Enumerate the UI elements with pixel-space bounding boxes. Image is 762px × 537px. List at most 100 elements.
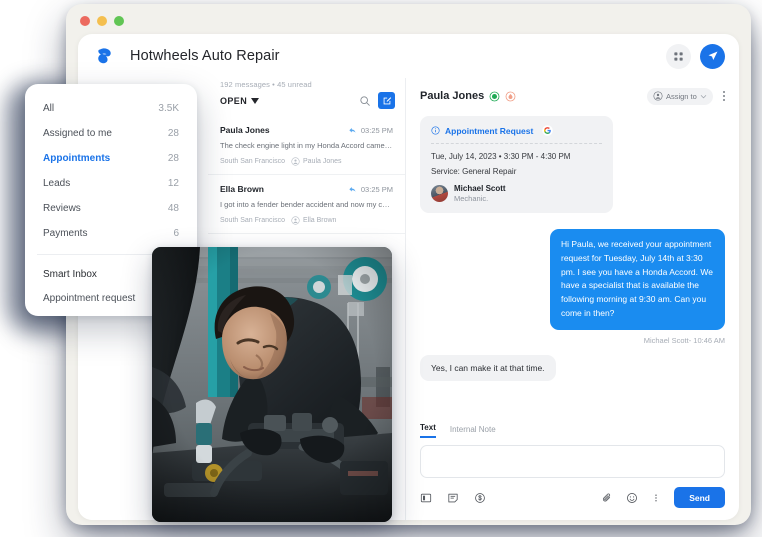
list-item-name: Paula Jones [220,125,270,135]
appointment-card-header: Appointment Request [431,125,602,143]
google-g-icon [542,125,554,136]
appointment-person-role: Mechanic. [454,194,489,203]
assign-to-dropdown[interactable]: Assign to [646,87,713,105]
appointment-person-text: Michael Scott Mechanic. [454,184,506,203]
reply-arrow-icon [349,127,356,133]
reply-arrow-icon [349,186,356,192]
tab-internal-note[interactable]: Internal Note [450,425,496,438]
conversation-header: Paula Jones Assign to [406,78,739,114]
sidebar-item-label: Payments [43,228,88,239]
list-item-header: Ella Brown 03:25 PM [220,184,393,194]
message-meta-outgoing: Michael Scott- 10:46 AM [643,335,725,345]
message-composer: Text Internal Note Send [406,423,739,520]
list-item-location: South San Francisco [220,217,285,224]
conversation-list-actions [359,92,395,109]
conversation-more-button[interactable] [719,88,729,105]
list-item-assignee-name: Paula Jones [302,158,342,165]
message-bubble-outgoing: Hi Paula, we received your appointment r… [550,229,725,330]
template-icon[interactable] [420,492,432,504]
payment-dollar-icon[interactable] [474,492,486,504]
composer-tabs: Text Internal Note [420,423,725,438]
apps-grid-button[interactable] [666,43,691,69]
send-plane-button[interactable] [700,43,725,69]
sidebar-item-appointments[interactable]: Appointments 28 [25,146,197,171]
sidebar-item-count: 28 [167,128,179,139]
appointment-person-name: Michael Scott [454,184,506,193]
list-item-location: South San Francisco [220,158,285,165]
note-edit-icon[interactable] [447,492,459,504]
search-icon[interactable] [359,95,371,107]
list-item-assignee: Ella Brown [291,216,336,225]
hotwheels-b-logo-icon [98,48,111,64]
sidebar-item-all[interactable]: All 3.5K [25,96,197,121]
appointment-datetime: Tue, July 14, 2023 • 3:30 PM - 4:30 PM [431,152,571,161]
message-thread: Appointment Request Tue, July 14, 2023 •… [406,114,739,423]
sidebar-item-count: 28 [167,153,179,164]
composer-left-tools [420,492,486,504]
message-input[interactable] [420,445,725,478]
app-bar-actions [666,43,725,69]
appointment-card-divider [431,143,602,144]
conversation-list-meta: 192 messages • 45 unread [220,80,312,89]
message-bubble-incoming: Yes, I can make it at that time. [420,354,556,381]
conversation-pane: Paula Jones Assign to Appointment Reques… [406,78,739,520]
assign-to-label: Assign to [665,91,697,101]
page-title: Hotwheels Auto Repair [130,48,280,64]
grid-apps-icon [674,51,683,61]
sidebar-item-label: Appointments [43,153,111,164]
info-circle-icon [431,126,440,135]
list-item-header: Paula Jones 03:25 PM [220,125,393,135]
compose-button[interactable] [378,92,395,109]
sidebar-item-count: 6 [173,228,179,239]
sidebar-item-count: 48 [167,203,179,214]
appointment-service: Service: General Repair [431,167,517,176]
avatar [431,185,448,202]
conversation-title: Paula Jones [420,90,485,102]
list-item-meta: 03:25 PM [348,126,393,135]
incoming-message-row: Yes, I can make it at that time. [420,354,725,381]
send-plane-icon [708,51,717,61]
sidebar-item-reviews[interactable]: Reviews 48 [25,196,197,221]
paperclip-icon[interactable] [601,492,613,504]
sidebar-item-payments[interactable]: Payments 6 [25,221,197,246]
more-vertical-icon [722,90,725,93]
maximize-window-button[interactable] [114,16,124,26]
emoji-smiley-icon[interactable] [626,492,638,504]
list-item-assignee-name: Ella Brown [302,217,337,224]
sidebar-item-label: All [43,103,55,114]
compose-icon [383,96,391,104]
sidebar-item-label: Leads [43,178,71,189]
composer-right-tools: Send [601,487,725,508]
sidebar-sub-label: Smart Inbox [43,268,97,280]
sidebar-item-leads[interactable]: Leads 12 [25,171,197,196]
status-filter-label: OPEN [220,95,248,106]
app-top-bar: Hotwheels Auto Repair [78,34,739,78]
minimize-window-button[interactable] [97,16,107,26]
person-circle-icon [291,157,300,166]
appointment-request-card[interactable]: Appointment Request Tue, July 14, 2023 •… [420,116,613,213]
appointment-assigned-person: Michael Scott Mechanic. [431,184,602,203]
list-item-footer: South San Francisco Ella Brown [220,216,393,225]
sidebar-item-label: Reviews [43,203,81,214]
alert-orange-badge-icon [505,91,516,101]
window-titlebar [66,4,751,38]
composer-more-button[interactable] [651,492,661,504]
list-item-time: 03:25 PM [360,184,393,194]
list-item[interactable]: Paula Jones 03:25 PM The check engine li… [208,116,405,175]
close-window-button[interactable] [80,16,90,26]
mechanic-working-on-engine-photo [152,247,392,522]
status-filter-dropdown[interactable]: OPEN [220,95,260,106]
tab-text[interactable]: Text [420,423,436,438]
person-circle-icon [291,216,300,225]
list-item-footer: South San Francisco Paula Jones [220,157,393,166]
sidebar-sub-label: Appointment request [43,292,136,304]
sidebar-item-assigned-to-me[interactable]: Assigned to me 28 [25,121,197,146]
list-item-snippet: I got into a fender bender accident and … [220,200,393,209]
person-circle-icon [653,91,663,101]
mechanic-photo-card [152,247,392,522]
send-button[interactable]: Send [674,487,725,508]
sidebar-item-count: 3.5K [158,103,179,114]
conversation-list-header: OPEN [208,92,405,116]
list-item-time: 03:25 PM [360,125,393,135]
list-item[interactable]: Ella Brown 03:25 PM I got into a fender … [208,175,405,234]
